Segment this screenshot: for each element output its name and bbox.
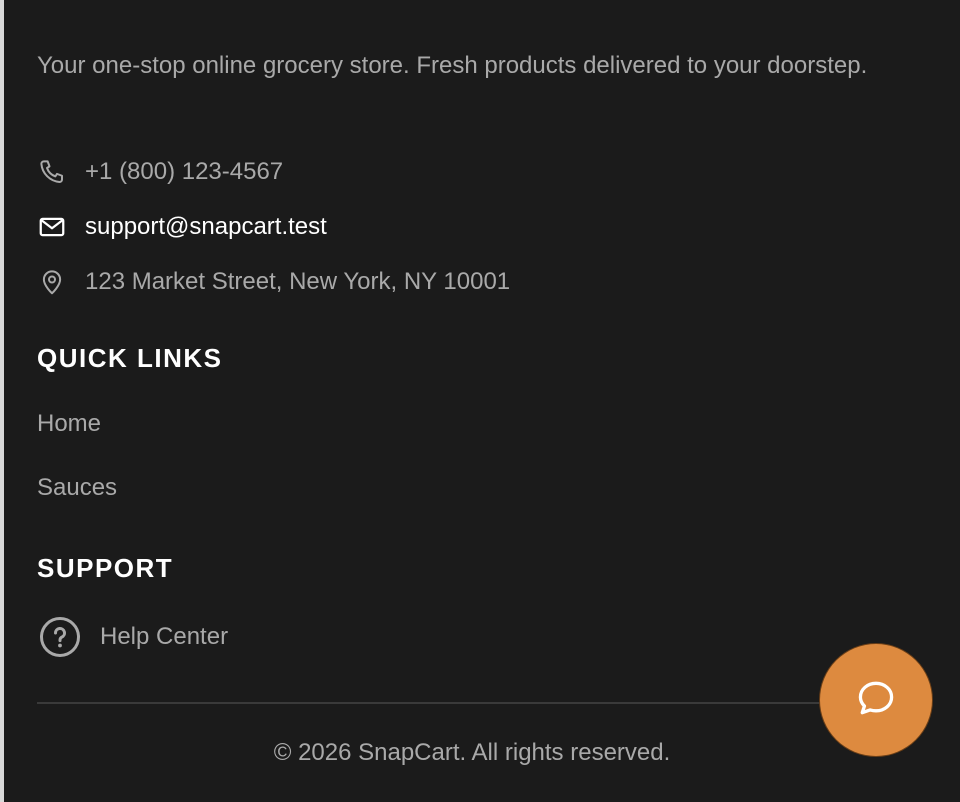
support-heading: SUPPORT — [37, 553, 174, 583]
chat-bubble-icon — [854, 676, 898, 725]
mail-icon — [37, 212, 67, 242]
contact-phone[interactable]: +1 (800) 123-4567 — [37, 155, 283, 189]
footer-link-home[interactable]: Home — [37, 410, 101, 438]
chat-button[interactable] — [820, 644, 932, 756]
footer-link-help-center[interactable]: Help Center — [37, 614, 228, 660]
question-circle-icon — [37, 614, 83, 660]
contact-phone-text: +1 (800) 123-4567 — [85, 158, 284, 185]
map-pin-icon — [37, 267, 67, 297]
contact-email[interactable]: support@snapcart.test — [37, 210, 327, 244]
site-footer: Your one-stop online grocery store. Fres… — [37, 0, 937, 802]
contact-email-text: support@snapcart.test — [85, 213, 327, 240]
window-left-edge — [0, 0, 4, 802]
footer-divider — [37, 702, 907, 704]
contact-address: 123 Market Street, New York, NY 10001 — [37, 265, 510, 299]
copyright-text: © 2026 SnapCart. All rights reserved. — [273, 739, 671, 766]
footer-about-text: Your one-stop online grocery store. Fres… — [37, 52, 868, 79]
footer-link-sauces[interactable]: Sauces — [37, 474, 117, 502]
help-center-label: Help Center — [100, 623, 229, 650]
phone-icon — [37, 157, 67, 187]
contact-address-text: 123 Market Street, New York, NY 10001 — [85, 268, 511, 295]
quick-links-heading: QUICK LINKS — [37, 343, 223, 373]
